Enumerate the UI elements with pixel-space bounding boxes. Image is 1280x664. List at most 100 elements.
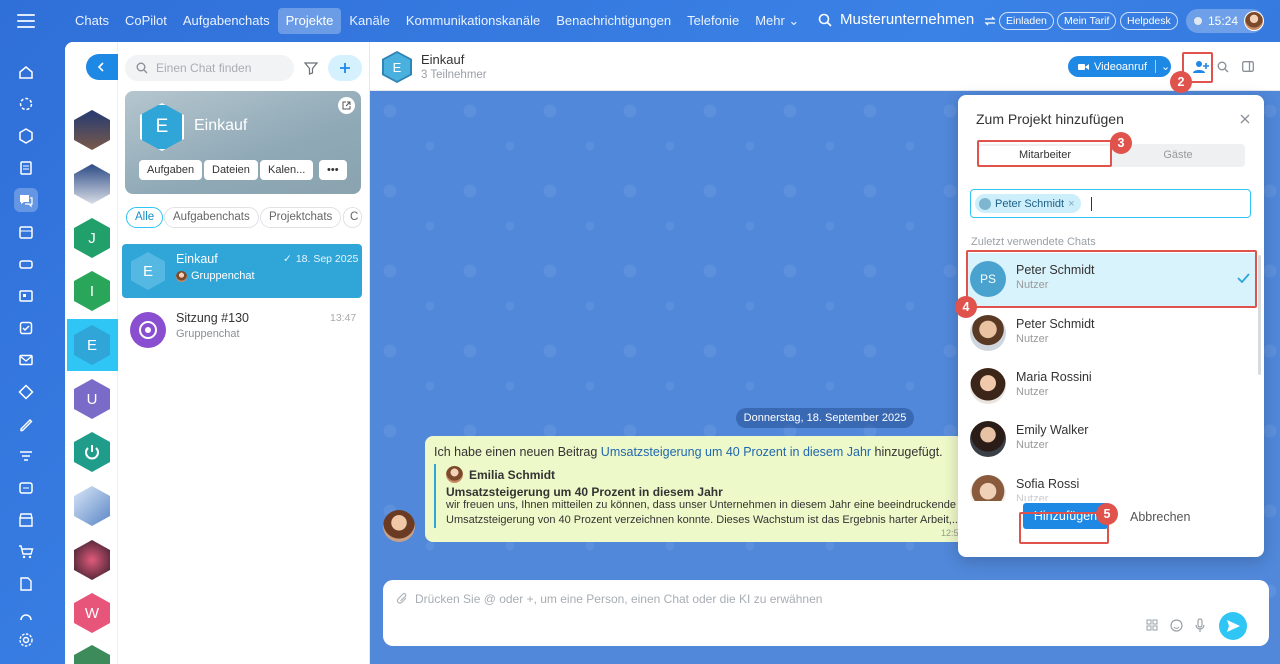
feed-icon[interactable] — [14, 156, 38, 180]
filter-icon[interactable] — [304, 61, 318, 75]
menu-icon[interactable] — [17, 14, 35, 28]
settings-icon[interactable] — [14, 628, 38, 652]
board-icon[interactable] — [14, 284, 38, 308]
recent-chat-avatar[interactable] — [74, 110, 110, 150]
documents-icon[interactable] — [14, 572, 38, 596]
arc-icon[interactable] — [14, 604, 38, 628]
chat-list-item-einkauf[interactable]: E Einkauf ✓ 18. Sep 2025 Gruppenchat — [122, 244, 362, 298]
chat-search[interactable]: Einen Chat finden — [125, 55, 294, 81]
recent-chat-avatar[interactable]: J — [74, 218, 110, 258]
close-icon[interactable] — [1240, 114, 1250, 124]
quote-bar — [434, 464, 436, 528]
chat-list: Einen Chat finden E Einkauf Aufgaben Dat… — [118, 42, 370, 664]
sign-icon[interactable] — [14, 412, 38, 436]
quote-line-1: wir freuen uns, Ihnen mitteilen zu könne… — [446, 499, 956, 511]
quote-line-2: Umsatzsteigerung von 40 Prozent verzeich… — [446, 514, 962, 526]
recent-chat-avatar[interactable] — [74, 432, 110, 472]
nav-copilot[interactable]: CoPilot — [117, 8, 175, 34]
new-chat-button[interactable] — [328, 55, 362, 81]
calendar-chip[interactable]: Kalen... — [260, 160, 314, 180]
card-avatar-letter: E — [155, 116, 169, 137]
sender-avatar[interactable] — [383, 510, 415, 542]
message-bubble: Ich habe einen neuen Beitrag Umsatzsteig… — [425, 436, 965, 542]
helpdesk-button[interactable]: Helpdesk — [1120, 12, 1178, 30]
recent-chat-avatar[interactable]: U — [74, 379, 110, 419]
tab-guests[interactable]: Gäste — [1113, 146, 1243, 165]
person-name: Sofia Rossi — [1016, 477, 1080, 491]
tasks-chip[interactable]: Aufgaben — [139, 160, 203, 180]
drive-icon[interactable] — [14, 252, 38, 276]
nav-communication-channels[interactable]: Kommunikationskanäle — [398, 8, 548, 34]
sidebar-toggle-icon[interactable] — [1242, 61, 1254, 72]
chat-header-avatar-letter: E — [392, 59, 402, 75]
chat-header-avatar[interactable]: E — [382, 51, 412, 83]
tariff-button[interactable]: Mein Tarif — [1057, 12, 1117, 30]
chat-date-wrap: ✓ 18. Sep 2025 — [283, 253, 358, 265]
selected-member-tag[interactable]: Peter Schmidt × — [975, 194, 1081, 213]
person-row[interactable]: Sofia Rossi Nutzer — [966, 467, 1256, 501]
nav-projects[interactable]: Projekte — [277, 8, 342, 34]
mail-icon[interactable] — [14, 348, 38, 372]
chat-icon[interactable] — [14, 188, 38, 212]
microphone-icon[interactable] — [1195, 618, 1205, 633]
recent-chat-avatar[interactable]: W — [74, 593, 110, 633]
clock[interactable]: 15:24 — [1186, 9, 1264, 33]
recent-chat-avatar[interactable] — [74, 486, 110, 526]
message-composer[interactable]: Drücken Sie @ oder +, um eine Person, ei… — [383, 580, 1269, 646]
recent-chat-avatar[interactable] — [74, 540, 110, 580]
activity-icon[interactable] — [14, 92, 38, 116]
chat-list-item-sitzung[interactable]: Sitzung #130 13:47 Gruppenchat — [122, 302, 362, 356]
projects-icon[interactable] — [14, 124, 38, 148]
video-camera-icon — [1078, 63, 1089, 70]
collapse-button[interactable] — [86, 54, 118, 80]
contact-center-icon[interactable] — [14, 476, 38, 500]
send-button[interactable] — [1219, 612, 1247, 640]
person-row[interactable]: Maria Rossini Nutzer — [966, 360, 1256, 413]
nav-notifications[interactable]: Benachrichtigungen — [548, 8, 679, 34]
company-search[interactable]: Musterunternehmen — [818, 11, 974, 28]
tag-remove-icon[interactable]: × — [1068, 198, 1074, 210]
tasks-icon[interactable] — [14, 316, 38, 340]
attach-icon[interactable] — [396, 592, 408, 605]
open-external-button[interactable] — [338, 97, 355, 114]
video-call-button[interactable]: Videoanruf ⌄ — [1068, 56, 1171, 77]
search-icon[interactable] — [1217, 61, 1229, 73]
member-input[interactable]: Peter Schmidt × — [970, 189, 1251, 218]
filter-stack-icon[interactable] — [14, 444, 38, 468]
home-icon[interactable] — [14, 60, 38, 84]
swap-icon[interactable] — [984, 16, 996, 26]
filter-all[interactable]: Alle — [126, 207, 164, 228]
chat-members[interactable]: 3 Teilnehmer — [421, 69, 487, 81]
person-row[interactable]: Peter Schmidt Nutzer — [966, 307, 1256, 360]
nav-more[interactable]: Mehr ⌄ — [747, 8, 807, 34]
calendar-icon[interactable] — [14, 220, 38, 244]
store-icon[interactable] — [14, 508, 38, 532]
user-avatar[interactable] — [1244, 11, 1264, 31]
person-role: Nutzer — [1016, 386, 1049, 398]
nav-chats[interactable]: Chats — [67, 8, 117, 34]
files-chip[interactable]: Dateien — [204, 160, 258, 180]
person-row[interactable]: Emily Walker Nutzer — [966, 413, 1256, 466]
company-name: Musterunternehmen — [840, 11, 975, 28]
recent-chat-avatar[interactable] — [74, 645, 110, 664]
filter-project-chats[interactable]: Projektchats — [260, 207, 342, 228]
more-chip[interactable]: ••• — [319, 160, 347, 180]
recent-chat-avatar[interactable]: I — [74, 271, 110, 311]
nav-task-chats[interactable]: Aufgabenchats — [175, 8, 278, 34]
cart-icon[interactable] — [14, 540, 38, 564]
scrollbar[interactable] — [1258, 255, 1261, 375]
filter-more[interactable]: C — [343, 207, 363, 228]
recent-chat-avatar[interactable] — [74, 164, 110, 204]
crm-icon[interactable] — [14, 380, 38, 404]
apps-icon[interactable] — [1146, 619, 1158, 631]
cancel-button[interactable]: Abbrechen — [1130, 510, 1190, 524]
emoji-icon[interactable] — [1170, 619, 1183, 632]
nav-telephony[interactable]: Telefonie — [679, 8, 747, 34]
step-badge-5: 5 — [1096, 503, 1118, 525]
filter-task-chats[interactable]: Aufgabenchats — [164, 207, 259, 228]
invite-button[interactable]: Einladen — [999, 12, 1054, 30]
nav-channels[interactable]: Kanäle — [341, 8, 397, 34]
chevron-down-icon[interactable]: ⌄ — [1155, 60, 1170, 73]
chat-title[interactable]: Einkauf — [421, 52, 464, 67]
message-link[interactable]: Umsatzsteigerung um 40 Prozent in diesem… — [601, 445, 871, 459]
